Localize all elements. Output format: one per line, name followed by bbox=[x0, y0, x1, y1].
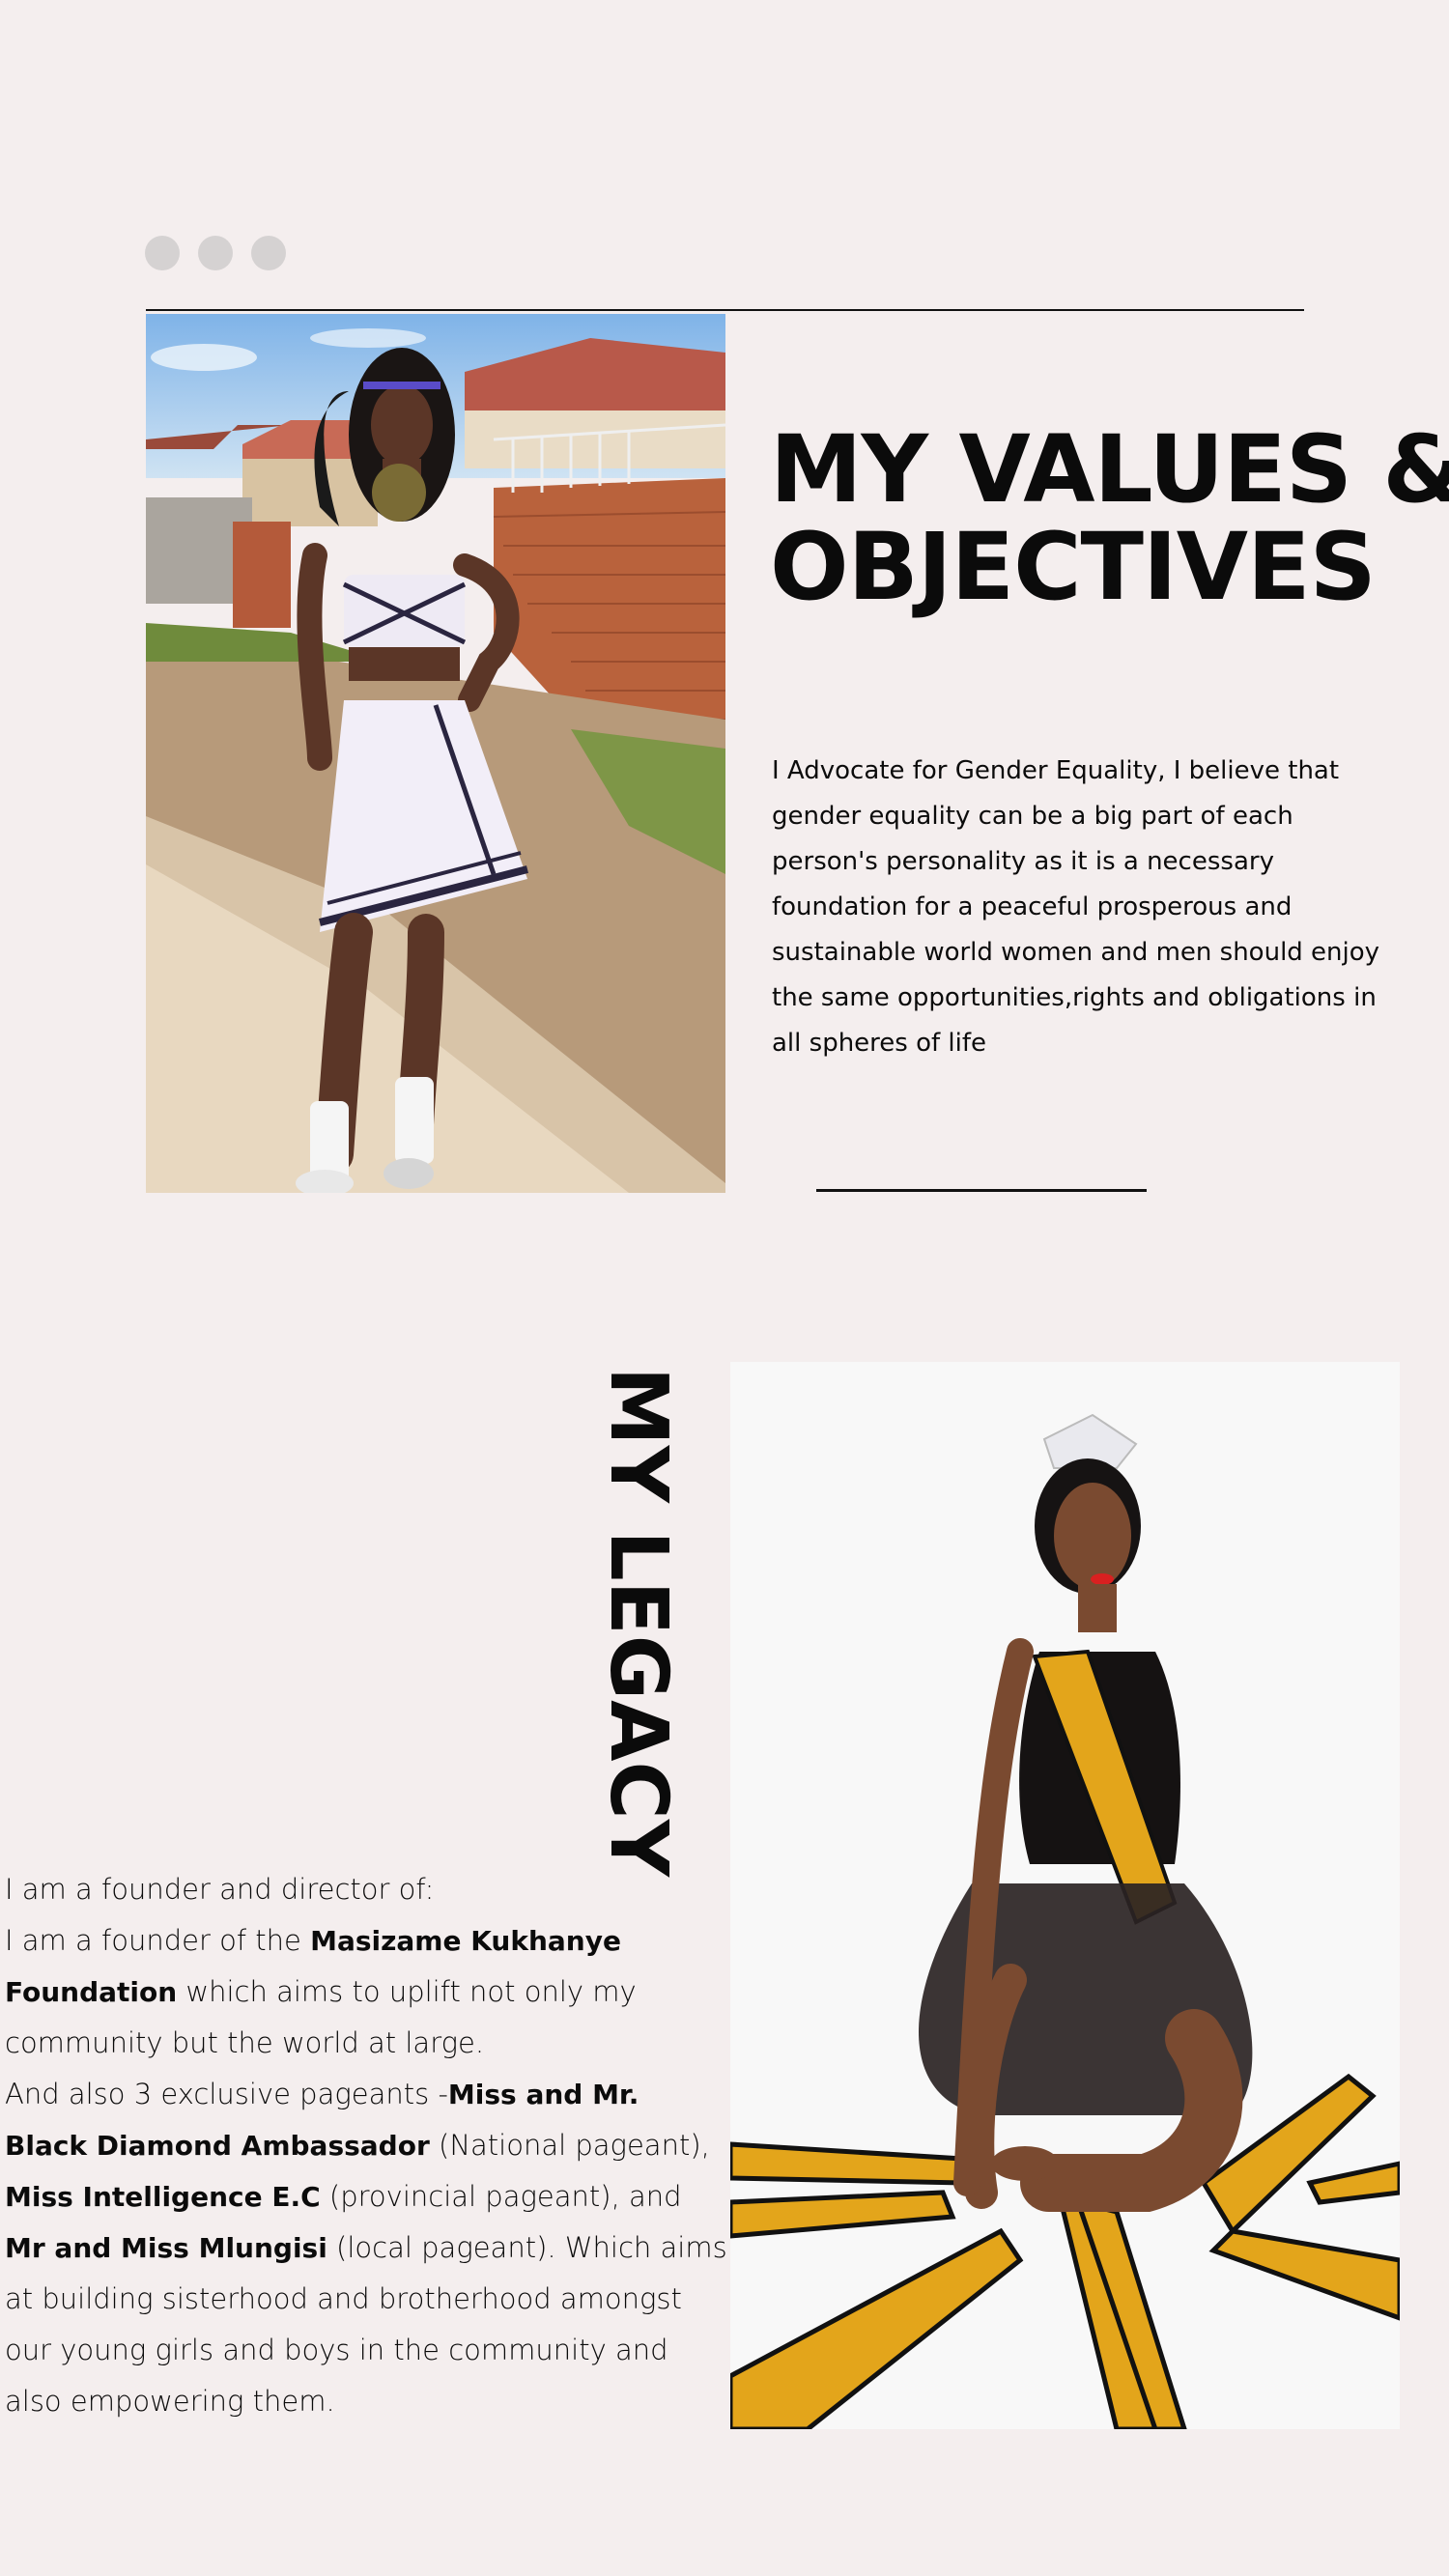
pageant-provincial-note: (provincial pageant), and bbox=[320, 2180, 682, 2213]
legacy-pageants-paragraph: And also 3 exclusive pageants -Miss and … bbox=[5, 2069, 729, 2427]
legacy-line-founder: I am a founder and director of: bbox=[5, 1873, 435, 1906]
pageant-provincial: Miss Intelligence E.C bbox=[5, 2181, 321, 2213]
photo-woman-traditional-outfit bbox=[146, 314, 725, 1193]
pageant-local: Mr and Miss Mlungisi bbox=[5, 2232, 327, 2264]
values-body: I Advocate for Gender Equality, I believ… bbox=[772, 756, 1380, 1058]
photo-pageant-queen bbox=[730, 1362, 1400, 2429]
values-title-line1: MY VALUES & bbox=[770, 415, 1449, 524]
divider bbox=[146, 309, 1304, 311]
pageants-prefix: And also 3 exclusive pageants - bbox=[5, 2078, 448, 2110]
pageant-national-note: (National pageant), bbox=[429, 2129, 710, 2162]
window-dots bbox=[145, 236, 286, 270]
dot-icon bbox=[198, 236, 233, 270]
values-title-line2: OBJECTIVES bbox=[770, 513, 1377, 621]
legacy-foundation-paragraph: I am a founder of the Masizame Kukhanye … bbox=[5, 1915, 729, 2069]
legacy-foundation-prefix: I am a founder of the bbox=[5, 1924, 311, 1957]
values-title: MY VALUES & OBJECTIVES bbox=[770, 415, 1449, 621]
dot-icon bbox=[145, 236, 180, 270]
legacy-title: MY LEGACY bbox=[592, 1367, 684, 1878]
divider bbox=[816, 1189, 1147, 1192]
legacy-body: I am a founder and director of: I am a f… bbox=[5, 1864, 729, 2427]
dot-icon bbox=[251, 236, 286, 270]
